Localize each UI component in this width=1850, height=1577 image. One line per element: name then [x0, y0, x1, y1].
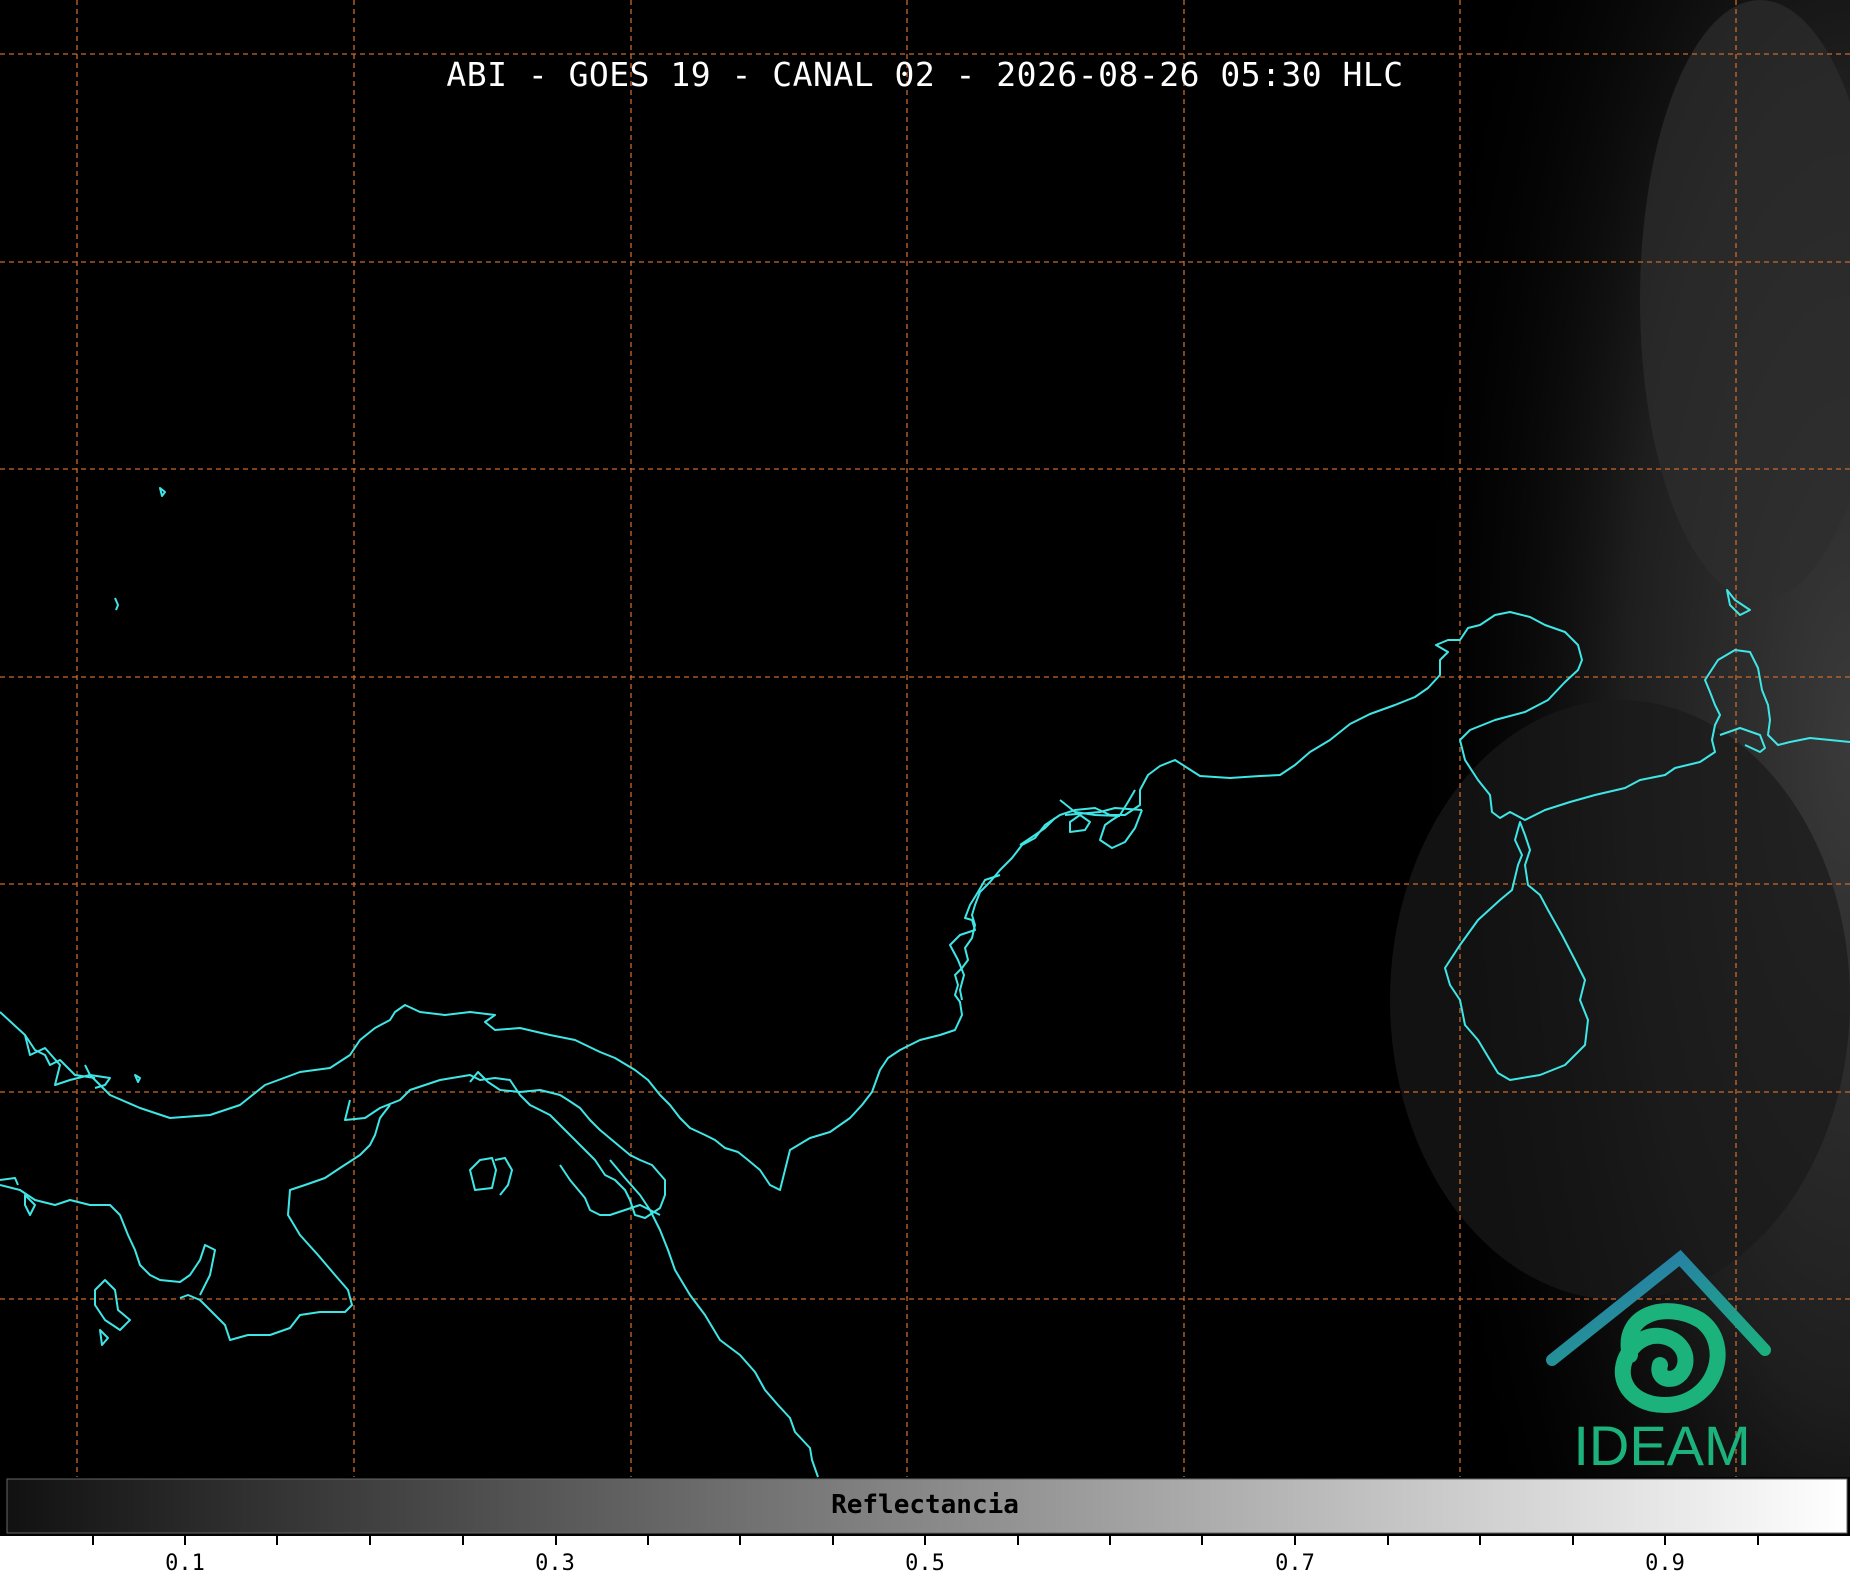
colorbar-label: Reflectancia — [831, 1490, 1019, 1520]
map-title: ABI - GOES 19 - CANAL 02 - 2026-08-26 05… — [446, 55, 1404, 94]
colorbar-tick-label: 0.5 — [905, 1551, 945, 1576]
logo-text: IDEAM — [1573, 1414, 1750, 1477]
colorbar-tick-label: 0.7 — [1275, 1551, 1315, 1576]
colorbar-tick-label: 0.1 — [165, 1551, 205, 1576]
satellite-map: IDEAM — [0, 0, 1850, 1577]
colorbar-tick-label: 0.9 — [1645, 1551, 1685, 1576]
colorbar-tick-label: 0.3 — [535, 1551, 575, 1576]
